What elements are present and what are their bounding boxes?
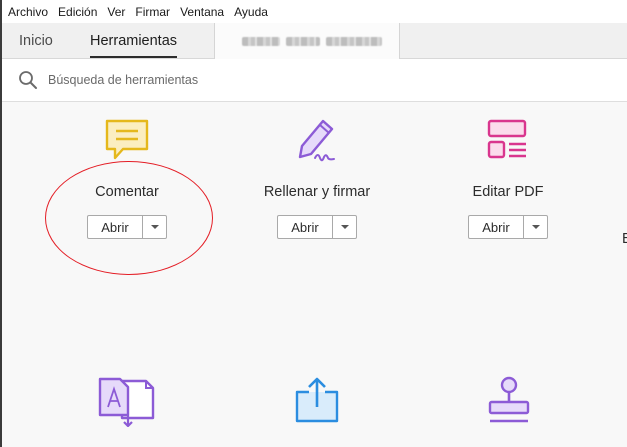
tab-document[interactable] [214, 23, 400, 59]
acrobat-window: Archivo Edición Ver Firmar Ventana Ayuda… [0, 0, 627, 447]
menu-edicion[interactable]: Edición [58, 5, 97, 19]
tool-label-comentar: Comentar [95, 184, 159, 200]
tools-grid: Comentar Abrir Rellenar y firmar Abrir E… [2, 102, 627, 447]
export-pdf-icon[interactable] [98, 375, 156, 427]
search-icon [19, 71, 37, 89]
redacted-filename [242, 36, 280, 46]
tab-bar: Inicio Herramientas [2, 23, 627, 59]
tool-label-partial: E [622, 231, 627, 247]
tool-search-input[interactable] [48, 73, 548, 87]
tool-card-comentar: Comentar Abrir [27, 112, 227, 239]
menu-ventana[interactable]: Ventana [180, 5, 224, 19]
open-button[interactable]: Abrir [88, 216, 143, 238]
open-button-editar-pdf: Abrir [468, 215, 548, 239]
share-icon[interactable] [294, 375, 340, 425]
comment-icon[interactable] [104, 118, 150, 164]
tab-inicio[interactable]: Inicio [2, 23, 74, 58]
menu-ayuda[interactable]: Ayuda [234, 5, 268, 19]
open-dropdown[interactable] [524, 216, 547, 238]
tool-search-bar [2, 59, 627, 102]
open-dropdown[interactable] [333, 216, 356, 238]
open-button-rellenar-firmar: Abrir [277, 215, 357, 239]
tab-herramientas[interactable]: Herramientas [74, 23, 194, 58]
open-button[interactable]: Abrir [469, 216, 524, 238]
open-dropdown[interactable] [143, 216, 166, 238]
chevron-down-icon [531, 225, 540, 229]
open-button[interactable]: Abrir [278, 216, 333, 238]
chevron-down-icon [150, 225, 159, 229]
open-button-comentar: Abrir [87, 215, 167, 239]
menu-ver[interactable]: Ver [107, 5, 125, 19]
menu-archivo[interactable]: Archivo [8, 5, 48, 19]
menu-firmar[interactable]: Firmar [135, 5, 170, 19]
edit-pdf-icon[interactable] [485, 118, 531, 164]
fill-sign-icon[interactable] [294, 116, 340, 164]
chevron-down-icon [340, 225, 349, 229]
tool-label-rellenar-firmar: Rellenar y firmar [263, 184, 371, 200]
tool-card-editar-pdf: Editar PDF Abrir [408, 112, 608, 239]
tool-card-rellenar-firmar: Rellenar y firmar Abrir [217, 112, 417, 239]
stamp-icon[interactable] [486, 375, 532, 427]
tool-label-editar-pdf: Editar PDF [472, 184, 544, 200]
menu-bar: Archivo Edición Ver Firmar Ventana Ayuda [2, 0, 627, 23]
